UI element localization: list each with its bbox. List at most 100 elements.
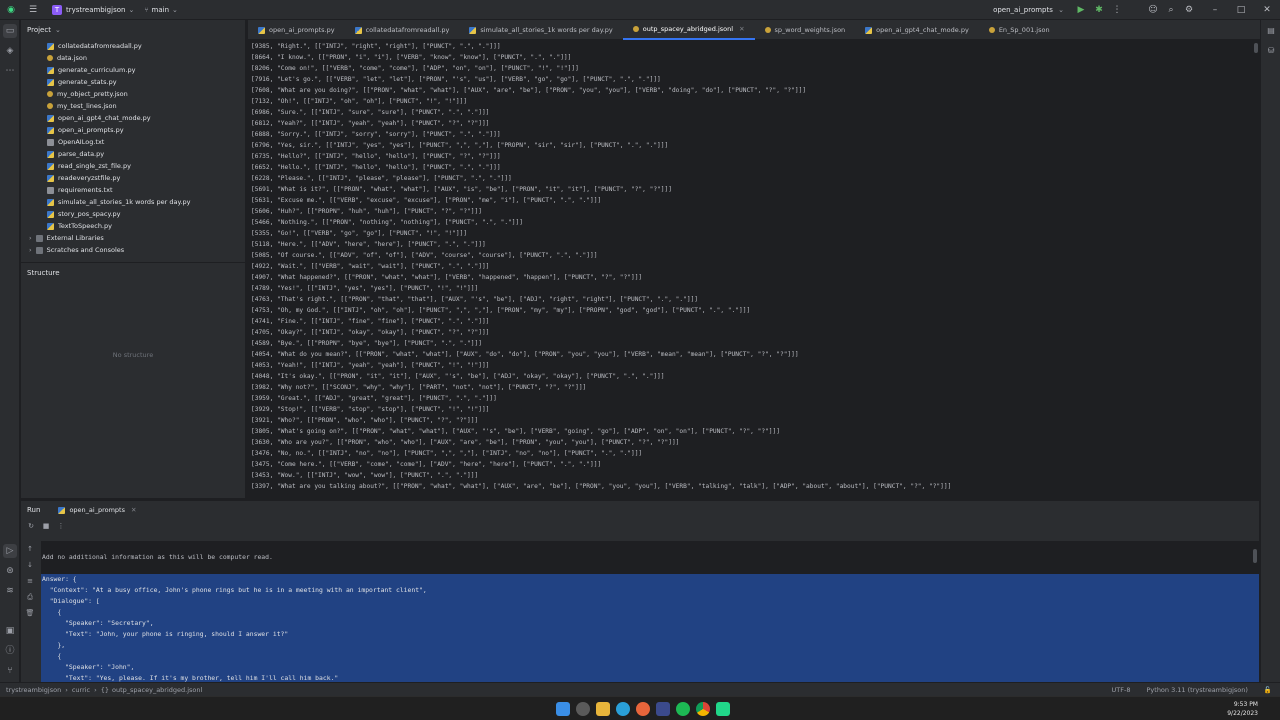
project-tree-item[interactable]: › Scratches and Consoles (29, 244, 245, 256)
project-tree-item[interactable]: collatedatafromreadall.py (47, 40, 245, 52)
project-tree-item[interactable]: read_single_zst_file.py (47, 160, 245, 172)
code-line: [6796, "Yes, sir.", [["INTJ", "yes", "ye… (251, 142, 669, 149)
run-icon[interactable]: ▶ (1074, 3, 1088, 17)
up-icon[interactable]: ↑ (25, 545, 35, 555)
debug-icon[interactable]: ✱ (1092, 3, 1106, 17)
stop-icon[interactable]: ■ (40, 520, 52, 532)
search-icon[interactable]: ⌕ (1164, 3, 1178, 17)
project-tree-item-label: simulate_all_stories_1k words per day.py (58, 198, 191, 206)
console-line: { (41, 651, 1259, 662)
project-tree-item[interactable]: my_test_lines.json (47, 100, 245, 112)
chevron-right-icon[interactable]: › (29, 234, 32, 242)
code-line: [7132, "Oh!", [["INTJ", "oh", "oh"], ["P… (251, 98, 468, 105)
folder-icon[interactable]: ▭ (3, 24, 17, 38)
interpreter-indicator[interactable]: Python 3.11 (trystreambigjson) (1147, 686, 1248, 694)
project-tree-item[interactable]: TextToSpeech.py (47, 220, 245, 232)
code-editor[interactable]: [9385, "Right.", [["INTJ", "right", "rig… (248, 41, 1252, 499)
code-line: [4705, "Okay?", [["INTJ", "okay", "okay"… (251, 329, 490, 336)
problems-icon[interactable]: ⓘ (3, 644, 17, 658)
project-tree-item[interactable]: data.json (47, 52, 245, 64)
maximize-icon[interactable]: □ (1234, 3, 1248, 17)
python-file-icon (469, 26, 477, 34)
editor-tab[interactable]: collatedatafromreadall.py (345, 20, 460, 40)
editor-tab[interactable]: open_ai_prompts.py (248, 20, 345, 40)
project-tree-item[interactable]: generate_stats.py (47, 76, 245, 88)
project-tree-item[interactable]: my_object_pretty.json (47, 88, 245, 100)
main-menu-icon[interactable]: ☰ (26, 3, 40, 17)
project-tree-item[interactable]: OpenAILog.txt (47, 136, 245, 148)
layers-icon[interactable]: ≋ (3, 584, 17, 598)
project-tree-item[interactable]: parse_data.py (47, 148, 245, 160)
user-icon[interactable]: ☺ (1146, 3, 1160, 17)
project-tree-item[interactable]: story_pos_spacy.py (47, 208, 245, 220)
lock-icon[interactable]: 🔓 (1264, 686, 1272, 694)
code-line: [3929, "Stop!", [["VERB", "stop", "stop"… (251, 406, 490, 413)
run-tab[interactable]: open_ai_prompts ✕ (58, 506, 136, 514)
windows-start-icon[interactable] (556, 702, 570, 716)
spotify-icon[interactable] (676, 702, 690, 716)
python-packages-icon[interactable]: ⊛ (3, 564, 17, 578)
print-icon[interactable]: ⎙ (25, 593, 35, 603)
project-panel-header[interactable]: Project ⌄ (21, 20, 245, 40)
editor-tab[interactable]: sp_word_weights.json (755, 20, 856, 40)
notifications-icon[interactable]: ▤ (1265, 26, 1277, 38)
project-tree-item[interactable]: open_ai_gpt4_chat_mode.py (47, 112, 245, 124)
console-line: }, (41, 640, 1259, 651)
editor-tab-label: En_Sp_001.json (998, 26, 1050, 34)
settings-icon[interactable]: ⚙ (1182, 3, 1196, 17)
rerun-icon[interactable]: ↻ (25, 520, 37, 532)
code-line: [5606, "Huh?", [["PROPN", "huh", "huh"],… (251, 208, 482, 215)
project-tree-item[interactable]: › External Libraries (29, 232, 245, 244)
structure-panel-title: Structure (27, 269, 60, 277)
system-clock[interactable]: 9:53 PM 9/22/2023 (1227, 700, 1258, 718)
media-player-icon[interactable] (656, 702, 670, 716)
project-tree-item[interactable]: simulate_all_stories_1k words per day.py (47, 196, 245, 208)
firefox-icon[interactable] (636, 702, 650, 716)
run-config-selector[interactable]: open_ai_prompts ⌄ (993, 6, 1064, 14)
project-tree-item[interactable]: open_ai_prompts.py (47, 124, 245, 136)
breadcrumb-item[interactable]: trystreambigjson (6, 686, 61, 694)
trash-icon[interactable]: 🗑 (25, 609, 35, 619)
down-icon[interactable]: ↓ (25, 561, 35, 571)
breadcrumb-item[interactable]: curric (72, 686, 90, 694)
editor-tab[interactable]: outp_spacey_abridged.jsonl ✕ (622, 20, 755, 40)
project-badge: T (52, 4, 62, 15)
pycharm-icon[interactable] (716, 702, 730, 716)
file-explorer-icon[interactable] (596, 702, 610, 716)
project-switcher[interactable]: T trystreambigjson ⌄ (52, 4, 134, 15)
editor-tab[interactable]: En_Sp_001.json (979, 20, 1060, 40)
close-icon[interactable]: ✕ (1260, 3, 1274, 17)
run-console[interactable]: Add no additional information as this wi… (41, 541, 1259, 683)
py-file-icon (47, 78, 54, 86)
project-tree-item[interactable]: generate_curriculum.py (47, 64, 245, 76)
run-tool-icon[interactable]: ▷ (3, 544, 17, 558)
more-tools-icon[interactable]: ⋯ (3, 64, 17, 78)
soft-wrap-icon[interactable]: ≡ (25, 577, 35, 587)
run-panel-header: Run open_ai_prompts ✕ (21, 501, 1259, 519)
chrome-icon[interactable] (696, 702, 710, 716)
project-tree-item[interactable]: readeveryzstfile.py (47, 172, 245, 184)
chevron-down-icon: ⌄ (54, 26, 61, 34)
taskbar-search-icon[interactable] (576, 702, 590, 716)
editor-tab[interactable]: open_ai_gpt4_chat_mode.py (855, 20, 979, 40)
chevron-right-icon[interactable]: › (29, 246, 32, 254)
branch-switcher[interactable]: ⑂ main ⌄ (144, 6, 178, 14)
database-icon[interactable]: ⛁ (1265, 46, 1277, 58)
git-icon[interactable]: ⑂ (3, 664, 17, 678)
minimize-icon[interactable]: – (1208, 3, 1222, 17)
more-icon[interactable]: ⋮ (1110, 3, 1124, 17)
project-tree-item[interactable]: requirements.txt (47, 184, 245, 196)
chevron-right-icon: › (94, 685, 97, 694)
terminal-icon[interactable]: ▣ (3, 624, 17, 638)
structure-panel: Structure No structure (21, 262, 245, 498)
close-tab-icon[interactable]: ✕ (739, 25, 744, 33)
editor-tab[interactable]: simulate_all_stories_1k words per day.py (459, 20, 622, 40)
breadcrumb-item[interactable]: outp_spacey_abridged.jsonl (112, 686, 202, 694)
console-scrollbar[interactable] (1253, 549, 1257, 563)
close-icon[interactable]: ✕ (131, 506, 136, 514)
edge-browser-icon[interactable] (616, 702, 630, 716)
structure-icon[interactable]: ◈ (3, 44, 17, 58)
encoding-indicator[interactable]: UTF-8 (1112, 686, 1131, 694)
more-icon[interactable]: ⋮ (55, 520, 67, 532)
editor-scrollbar[interactable] (1254, 41, 1258, 499)
